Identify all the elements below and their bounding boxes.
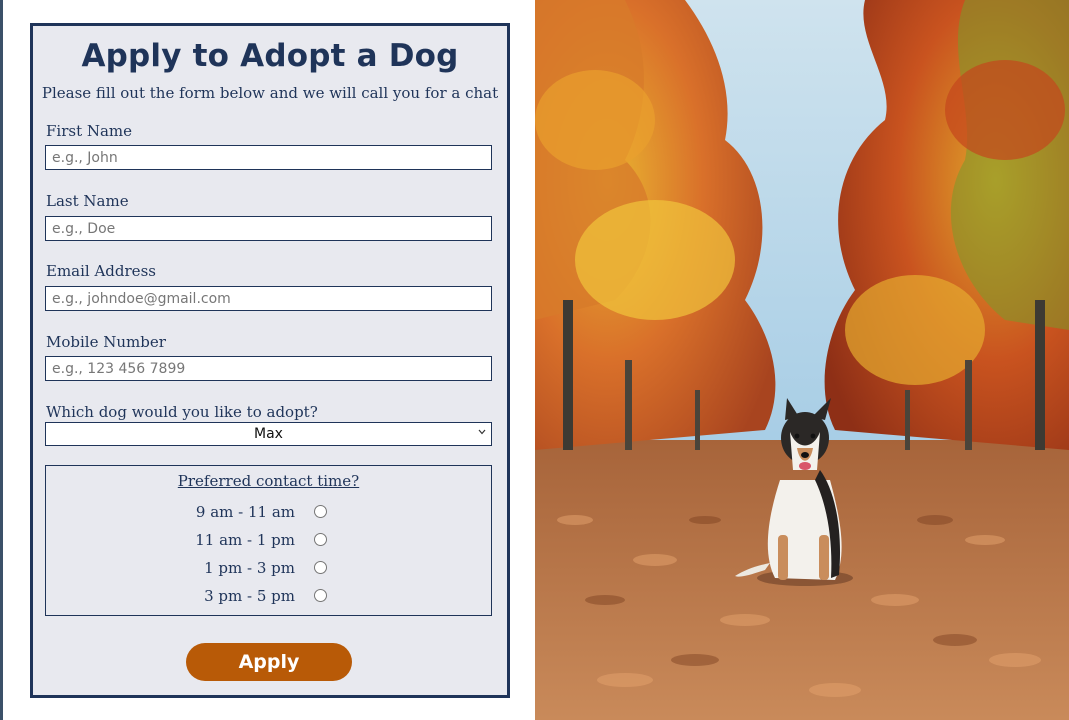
contact-time-option: 1 pm - 3 pm <box>46 559 491 581</box>
first-name-input[interactable] <box>45 145 492 170</box>
contact-time-legend: Preferred contact time? <box>177 472 360 490</box>
email-input[interactable] <box>45 286 492 311</box>
contact-time-radio-3-5[interactable] <box>314 589 327 602</box>
contact-time-radio-1-3[interactable] <box>314 561 327 574</box>
contact-time-option: 3 pm - 5 pm <box>46 587 491 609</box>
dog-select-label: Which dog would you like to adopt? <box>46 403 318 421</box>
contact-time-option: 11 am - 1 pm <box>46 531 491 553</box>
window-edge <box>0 0 3 720</box>
contact-time-label: 11 am - 1 pm <box>195 531 295 549</box>
page-title: Apply to Adopt a Dog <box>81 38 459 74</box>
chevron-down-icon <box>478 425 486 438</box>
contact-time-radio-9-11[interactable] <box>314 505 327 518</box>
last-name-input[interactable] <box>45 216 492 241</box>
first-name-label: First Name <box>46 122 133 140</box>
contact-time-label: 1 pm - 3 pm <box>204 559 295 577</box>
contact-time-label: 9 am - 11 am <box>195 503 295 521</box>
contact-time-radio-11-1[interactable] <box>314 533 327 546</box>
apply-button[interactable]: Apply <box>186 643 352 681</box>
page-subtitle: Please fill out the form below and we wi… <box>41 84 499 102</box>
dog-select[interactable]: Max <box>45 422 492 446</box>
contact-time-fieldset: Preferred contact time? 9 am - 11 am 11 … <box>45 465 492 616</box>
autumn-dog-photo <box>535 0 1069 720</box>
mobile-label: Mobile Number <box>46 333 166 351</box>
adoption-form: Apply to Adopt a Dog Please fill out the… <box>30 23 510 698</box>
contact-time-label: 3 pm - 5 pm <box>204 587 295 605</box>
dog-select-value: Max <box>254 426 283 442</box>
contact-time-option: 9 am - 11 am <box>46 503 491 525</box>
email-label: Email Address <box>46 262 156 280</box>
last-name-label: Last Name <box>46 192 129 210</box>
mobile-input[interactable] <box>45 356 492 381</box>
